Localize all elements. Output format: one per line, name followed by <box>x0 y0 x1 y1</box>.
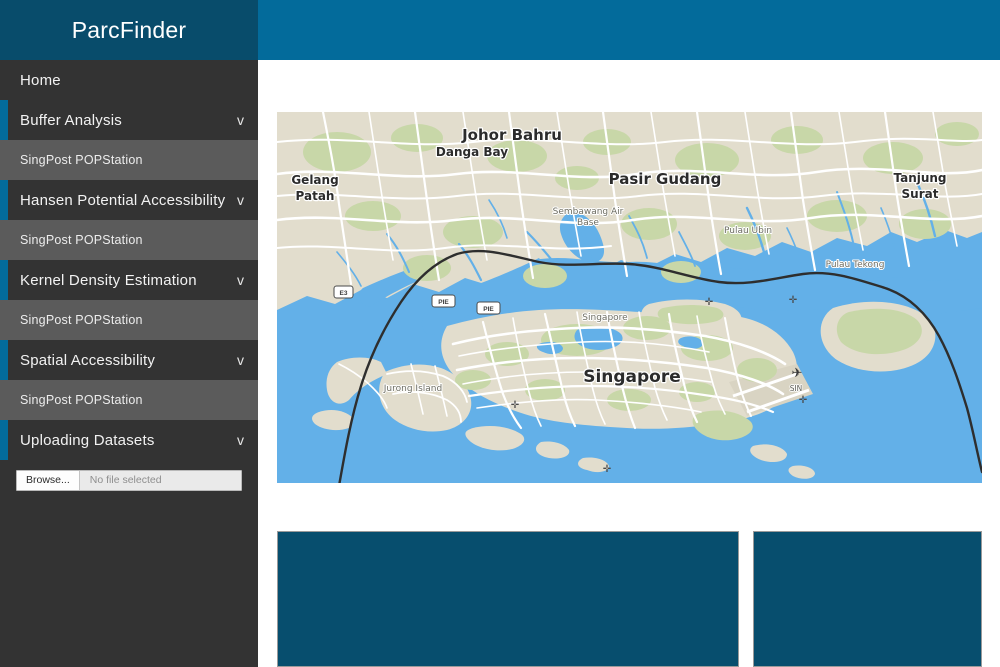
sidebar-item-buffer-analysis[interactable]: Buffer Analysis v <box>0 100 258 140</box>
shield-label-pie-2: PIE <box>483 306 494 313</box>
poi-icon-4: ✛ <box>799 395 808 406</box>
map-label-pulau-tekong: Pulau Tekong <box>826 260 885 270</box>
page-title: ParcFinder <box>71 16 187 43</box>
sidebar-item-spatial-accessibility[interactable]: Spatial Accessibility v <box>0 340 258 380</box>
sidebar-item-label: Kernel Density Estimation <box>20 271 197 289</box>
sidebar-subitem-singpost-popstation-hansen[interactable]: SingPost POPStation <box>0 220 258 260</box>
map-label-danga-bay: Danga Bay <box>436 145 508 159</box>
poi-icon-1: ✛ <box>705 297 714 308</box>
map-pulau-tekong-green <box>836 308 922 355</box>
map-label-pulau-ubin: Pulau Ubin <box>724 226 772 236</box>
chevron-down-icon: v <box>237 432 244 448</box>
chevron-down-icon: v <box>237 272 244 288</box>
poi-icon-5: ✛ <box>511 400 520 411</box>
sidebar-item-label: Uploading Datasets <box>20 431 155 449</box>
app-root: ParcFinder Home Buffer Analysis v SingPo… <box>0 0 1000 667</box>
sidebar-item-label: Spatial Accessibility <box>20 351 156 369</box>
map-label-patah: Patah <box>296 189 335 203</box>
chevron-down-icon: v <box>237 352 244 368</box>
map-label-gelang: Gelang <box>291 173 338 187</box>
map-label-sembawang-2: Base <box>577 218 599 228</box>
chevron-down-icon: v <box>237 112 244 128</box>
sidebar-subitem-singpost-popstation-kde[interactable]: SingPost POPStation <box>0 300 258 340</box>
airplane-icon: ✈ <box>792 366 803 381</box>
map-label-sin-airport: SIN <box>790 384 803 393</box>
map-label-pasir-gudang: Pasir Gudang <box>609 170 722 188</box>
shield-label-pie-1: PIE <box>438 299 449 306</box>
map-container[interactable]: E3 PIE PIE ✛ ✛ ✛ ✛ ✛ ✈ Johor Bahru Danga… <box>277 112 982 483</box>
sidebar-subitem-label: SingPost POPStation <box>20 153 143 167</box>
map-shield-pie-2: PIE <box>476 301 501 315</box>
chart-panel-left[interactable] <box>277 531 739 667</box>
map-label-tanjung: Tanjung <box>893 171 946 185</box>
map-shield-e3: E3 <box>333 285 354 299</box>
sidebar-subitem-label: SingPost POPStation <box>20 393 143 407</box>
main-content: E3 PIE PIE ✛ ✛ ✛ ✛ ✛ ✈ Johor Bahru Danga… <box>258 60 1000 667</box>
header-toolbar <box>258 0 1000 60</box>
map-label-singapore-small: Singapore <box>582 313 628 323</box>
browse-button[interactable]: Browse... <box>17 470 80 490</box>
sidebar-subitem-singpost-popstation-spatial[interactable]: SingPost POPStation <box>0 380 258 420</box>
map-label-jurong-island: Jurong Island <box>383 384 442 394</box>
upload-row: Browse... No file selected <box>0 460 258 500</box>
sidebar-item-uploading-datasets[interactable]: Uploading Datasets v <box>0 420 258 460</box>
file-upload-input[interactable]: Browse... No file selected <box>16 469 242 491</box>
map-label-singapore: Singapore <box>583 367 681 387</box>
map-label-sembawang-1: Sembawang Air <box>553 207 624 217</box>
chevron-down-icon: v <box>237 192 244 208</box>
map-pulau-ubin-green <box>657 305 724 325</box>
sidebar-item-label: Buffer Analysis <box>20 111 122 129</box>
poi-icon-3: ✛ <box>603 464 612 475</box>
sidebar-item-home[interactable]: Home <box>0 60 258 100</box>
sidebar-item-hansen-potential-accessibility[interactable]: Hansen Potential Accessibility v <box>0 180 258 220</box>
sidebar-subitem-label: SingPost POPStation <box>20 233 143 247</box>
poi-icon-2: ✛ <box>789 295 798 306</box>
chart-panel-right[interactable] <box>753 531 982 667</box>
sidebar-item-label: Hansen Potential Accessibility <box>20 191 226 209</box>
sidebar: Home Buffer Analysis v SingPost POPStati… <box>0 60 258 667</box>
brand-zone: ParcFinder <box>0 0 258 60</box>
sidebar-item-kernel-density-estimation[interactable]: Kernel Density Estimation v <box>0 260 258 300</box>
sidebar-item-label: Home <box>20 71 61 89</box>
sidebar-subitem-singpost-popstation-buffer[interactable]: SingPost POPStation <box>0 140 258 180</box>
sidebar-subitem-label: SingPost POPStation <box>20 313 143 327</box>
selected-file-name: No file selected <box>89 474 162 486</box>
map-label-surat: Surat <box>902 187 939 201</box>
map-label-johor-bahru: Johor Bahru <box>461 126 562 144</box>
app-header: ParcFinder <box>0 0 1000 60</box>
shield-label-e3: E3 <box>340 290 348 297</box>
map-shield-pie-1: PIE <box>431 294 456 308</box>
map-canvas[interactable]: E3 PIE PIE ✛ ✛ ✛ ✛ ✛ ✈ Johor Bahru Danga… <box>277 112 982 483</box>
